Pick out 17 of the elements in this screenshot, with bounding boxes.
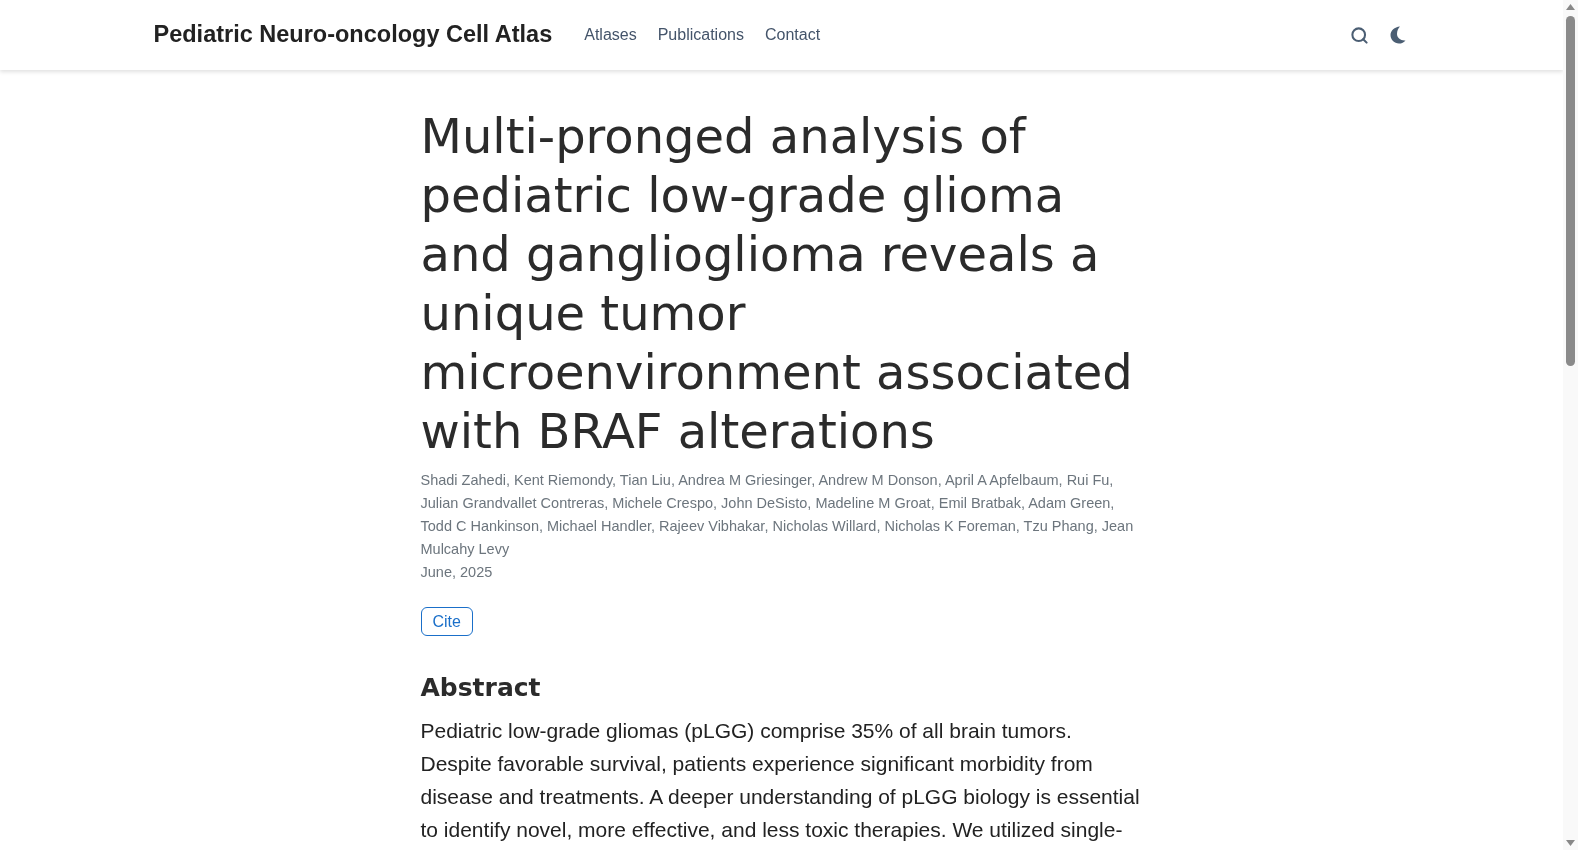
search-button[interactable]	[1349, 25, 1370, 45]
author-list: Shadi Zahedi, Kent Riemondy, Tian Liu, Andrea M Griesinger, Andrew M Donson, April A Apfelbaum, Rui Fu, Julian Grandvallet Contreras, Michele Crespo, John DeSisto, Madeline M Groat, Emil Bratbak, Adam Green, Todd C Hankinson, Michael Handler, Rajeev Vibhakar, Nicholas Willard, Nicholas K Foreman, Tzu Phang, Jean Mulcahy Levy	[420, 469, 1143, 561]
article-title: Multi-pronged analysis of pediatric low-grade glioma and ganglioglioma reveals a unique tumor microenvironment associated with BRAF alterations	[420, 107, 1134, 461]
nav-link[interactable]: Publications	[657, 23, 744, 47]
publication-date: June, 2025	[420, 563, 494, 582]
nav-link[interactable]: Contact	[764, 23, 821, 47]
abstract-heading: Abstract	[420, 672, 542, 704]
search-icon	[1350, 25, 1369, 45]
scroll-down-icon	[1566, 840, 1575, 846]
scrollbar-thumb[interactable]	[1566, 16, 1575, 366]
cite-button[interactable]: Cite	[420, 607, 473, 636]
nav-link[interactable]: Atlases	[584, 23, 637, 47]
site-brand-link[interactable]: Pediatric Neuro-oncology Cell Atlas	[153, 17, 553, 53]
scroll-up-icon	[1566, 4, 1575, 10]
scrollbar[interactable]	[1563, 0, 1578, 850]
moon-icon	[1389, 26, 1406, 44]
abstract-text: Pediatric low-grade gliomas (pLGG) comprise 35% of all brain tumors. Despite favorable survival, patients experience significant morbidity from disease and treatments. A deeper understanding of pLGG biology is essential to identify novel, more effective, and less toxic therapies. We utilized single-	[420, 718, 1141, 843]
